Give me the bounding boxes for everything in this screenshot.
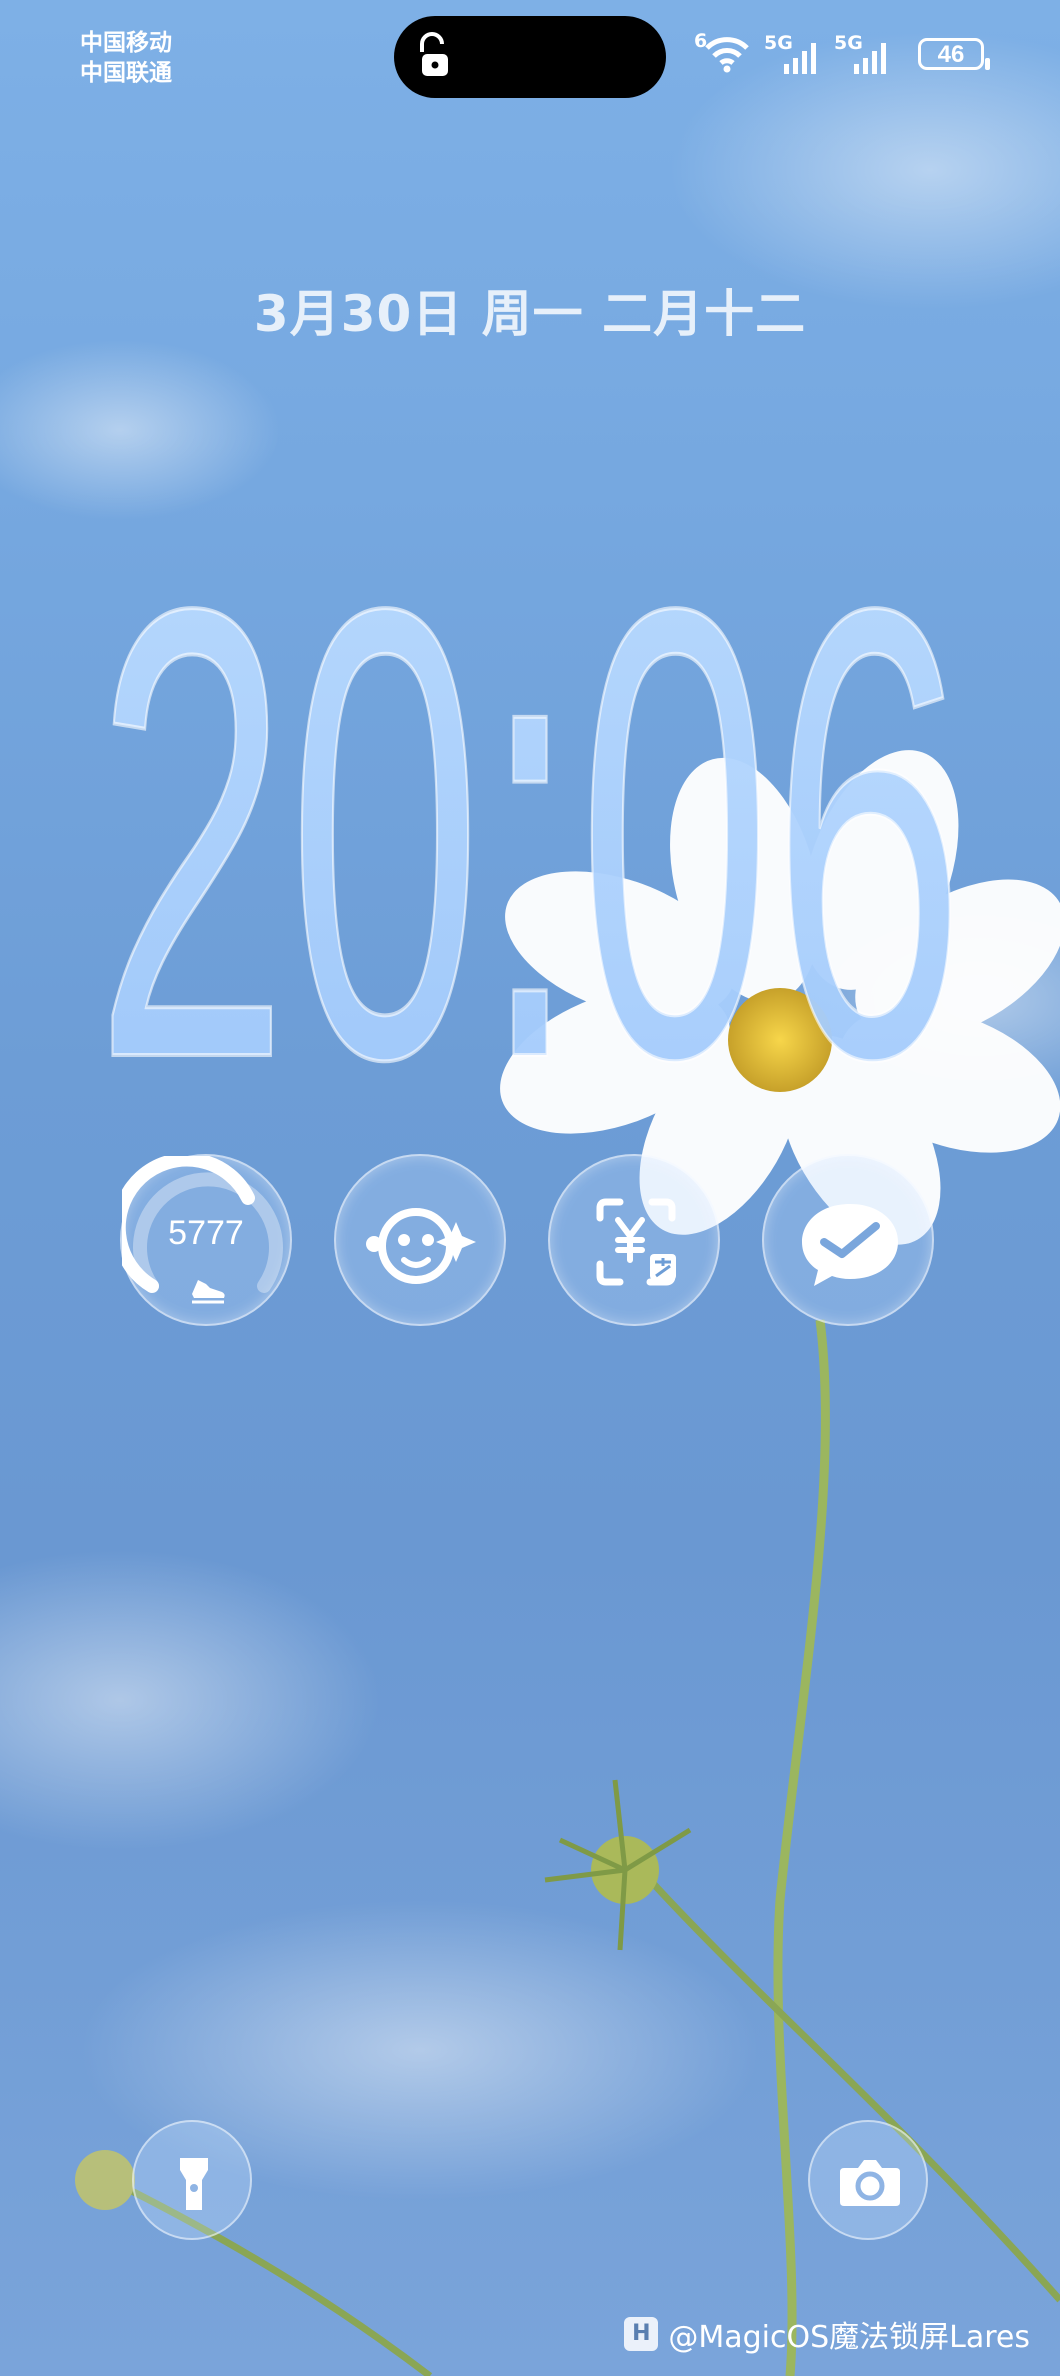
payment-widget[interactable] — [548, 1154, 720, 1326]
assistant-widget[interactable] — [334, 1154, 506, 1326]
assistant-face-icon — [366, 1208, 476, 1284]
lock-screen: 中国移动 中国联通 6 5G 5G 46 3月30日 周一 二月十二 20:06… — [0, 0, 1060, 2376]
steps-count: 5777 — [168, 1214, 244, 1252]
watermark-text: @MagicOS魔法锁屏Lares — [668, 2320, 1030, 2355]
wechat-widget[interactable] — [762, 1154, 934, 1326]
lockscreen-clock: 20:06 — [93, 474, 967, 1100]
watermark: H @MagicOS魔法锁屏Lares — [624, 2312, 1030, 2356]
watermark-badge: H — [624, 2317, 659, 2351]
flashlight-icon — [180, 2158, 208, 2210]
flashlight-button[interactable] — [132, 2120, 252, 2240]
shoe-icon — [192, 1280, 225, 1304]
payment-code-icon — [596, 1198, 676, 1286]
camera-button[interactable] — [808, 2120, 928, 2240]
steps-widget[interactable]: 5777 — [120, 1154, 292, 1326]
wechat-icon — [802, 1204, 898, 1286]
clock-time: 20:06 — [95, 476, 965, 1100]
camera-icon — [840, 2160, 900, 2206]
